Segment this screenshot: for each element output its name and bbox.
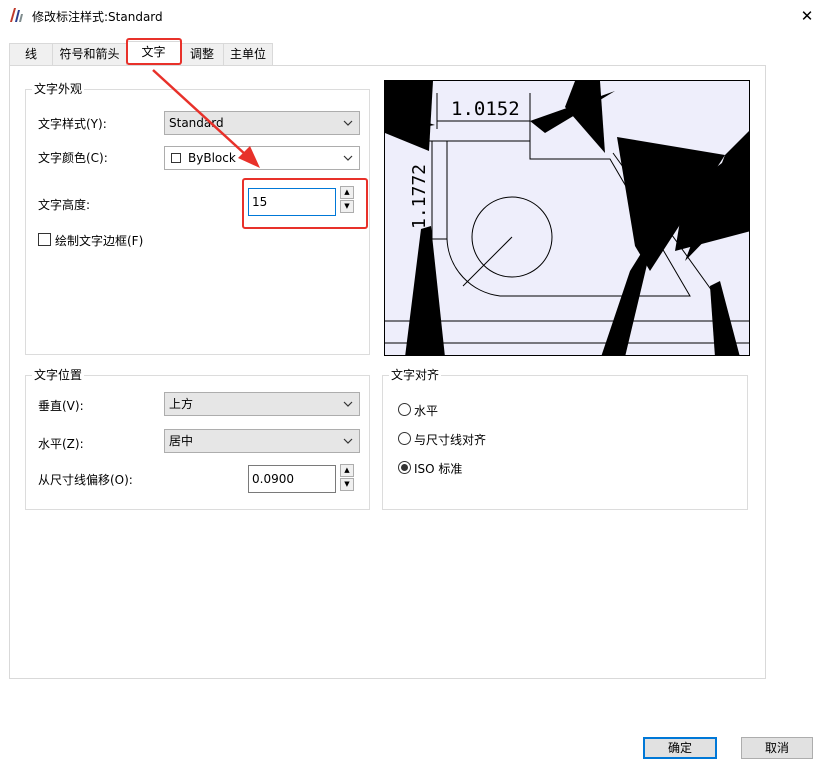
text-style-label: 文字样式(Y): [38,117,107,131]
spin-up-icon[interactable]: ▲ [340,464,354,477]
tab-text[interactable]: 文字 [126,41,181,65]
vertical-value: 上方 [169,397,194,411]
align-horizontal-label: 水平 [414,404,439,418]
tab-symbols-arrows[interactable]: 符号和箭头 [52,43,127,65]
text-style-value: Standard [169,116,224,130]
text-color-value: ByBlock [188,151,236,165]
horizontal-select[interactable]: 居中 [164,429,360,453]
text-alignment-title: 文字对齐 [389,368,442,382]
text-height-spinner[interactable]: ▲ ▼ [340,186,354,214]
preview-dim-left: 1.1772 [409,164,430,229]
chevron-down-icon [343,438,353,444]
preview-drawing: 1.0152 1.1772 2.02 [385,81,749,355]
spin-up-icon[interactable]: ▲ [340,186,354,199]
window-title: 修改标注样式:Standard [32,10,163,24]
offset-input[interactable]: 0.0900 [248,465,336,493]
chevron-down-icon [343,120,353,126]
text-color-label: 文字颜色(C): [38,151,108,165]
tab-lines[interactable]: 线 [9,43,53,65]
chevron-down-icon [343,155,353,161]
horizontal-label: 水平(Z): [38,437,84,451]
close-icon: ✕ [800,7,814,25]
horizontal-value: 居中 [169,434,194,448]
vertical-select[interactable]: 上方 [164,392,360,416]
dimension-preview: 1.0152 1.1772 2.02 [384,80,750,356]
preview-dim-top: 1.0152 [451,98,520,120]
text-position-title: 文字位置 [32,368,85,382]
offset-spinner[interactable]: ▲ ▼ [340,464,354,492]
offset-label: 从尺寸线偏移(O): [38,473,133,487]
text-height-input[interactable]: 15 [248,188,336,216]
spin-down-icon[interactable]: ▼ [340,478,354,491]
close-button[interactable]: ✕ [791,0,823,32]
text-color-select[interactable]: ByBlock [164,146,360,170]
text-height-label: 文字高度: [38,198,91,212]
spin-down-icon[interactable]: ▼ [340,200,354,213]
draw-frame-label: 绘制文字边框(F) [55,234,144,248]
text-style-select[interactable]: Standard [164,111,360,135]
cancel-button[interactable]: 取消 [741,737,813,759]
align-horizontal-radio[interactable] [398,403,411,416]
draw-frame-checkbox[interactable] [38,233,51,246]
align-iso-radio[interactable] [398,461,411,474]
tab-fit[interactable]: 调整 [180,43,224,65]
vertical-label: 垂直(V): [38,399,84,413]
color-swatch-icon [171,153,181,163]
text-appearance-title: 文字外观 [32,82,85,96]
tab-primary-units[interactable]: 主单位 [223,43,273,65]
chevron-down-icon [343,401,353,407]
title-bar: 修改标注样式:Standard ✕ [0,0,823,32]
app-icon [10,8,23,22]
align-iso-label: ISO 标准 [414,462,463,476]
align-with-dimline-label: 与尺寸线对齐 [414,433,487,447]
ok-button[interactable]: 确定 [643,737,717,759]
align-with-dimline-radio[interactable] [398,432,411,445]
